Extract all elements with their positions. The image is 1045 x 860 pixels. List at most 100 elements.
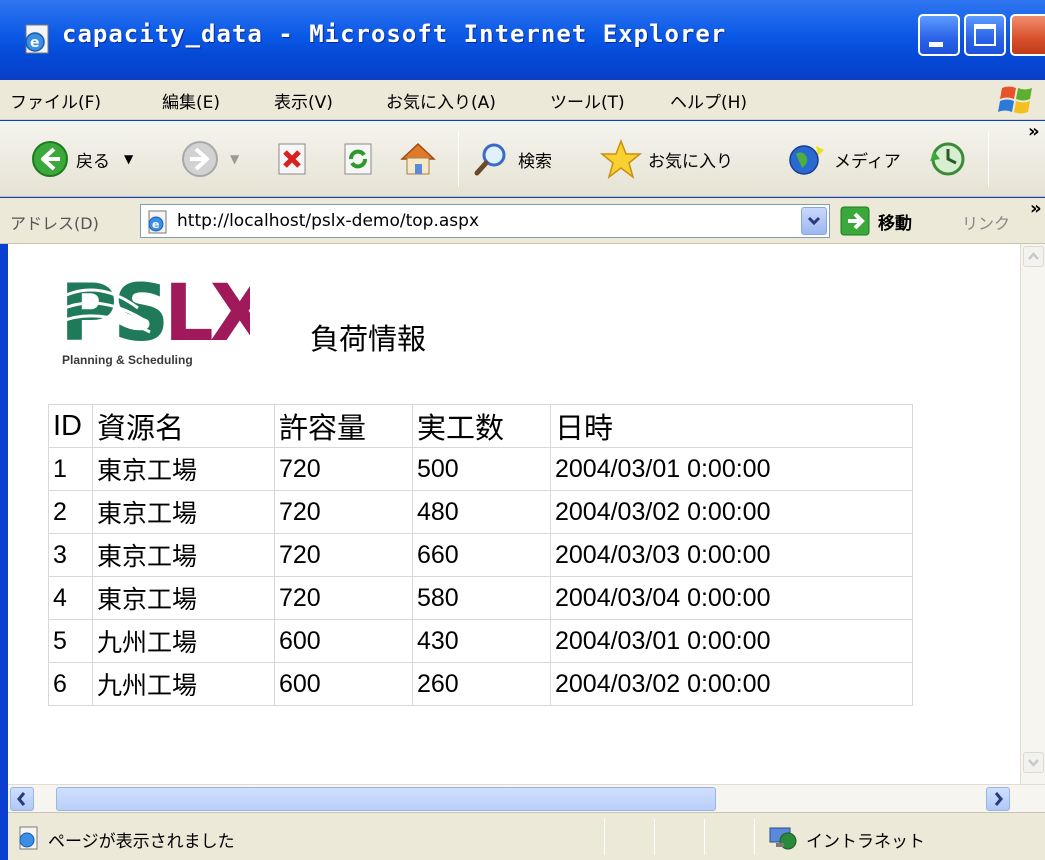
- address-dropdown-button[interactable]: [801, 207, 827, 235]
- cell-actual: 480: [412, 490, 551, 534]
- svg-text:e: e: [152, 218, 159, 231]
- star-icon: [600, 138, 642, 179]
- maximize-button[interactable]: [964, 14, 1006, 56]
- search-label: 検索: [518, 151, 552, 172]
- status-text: ページが表示されました: [48, 832, 235, 852]
- stop-button[interactable]: [274, 121, 310, 197]
- menu-view[interactable]: 表示(V): [274, 88, 333, 113]
- status-separator: [704, 819, 705, 855]
- minimize-icon: [929, 42, 943, 47]
- links-overflow-icon[interactable]: »: [1030, 198, 1042, 219]
- cell-id: 3: [48, 533, 93, 577]
- table-row: 5 九州工場 600 430 2004/03/01 0:00:00: [48, 619, 913, 663]
- cell-resource: 九州工場: [92, 619, 275, 663]
- forward-arrow-icon: [182, 141, 218, 177]
- cell-capacity: 600: [274, 662, 413, 706]
- cell-capacity: 720: [274, 447, 413, 491]
- cell-id: 6: [48, 662, 93, 706]
- refresh-button[interactable]: [340, 121, 376, 197]
- capacity-table: ID 資源名 許容量 実工数 日時 1 東京工場 720 500 2004/03…: [48, 404, 913, 706]
- back-arrow-icon: [32, 141, 68, 177]
- table-row: 2 東京工場 720 480 2004/03/02 0:00:00: [48, 490, 913, 534]
- cell-capacity: 720: [274, 533, 413, 577]
- windows-logo-icon: [998, 86, 1032, 114]
- media-globe-icon: [789, 145, 824, 175]
- cell-datetime: 2004/03/01 0:00:00: [550, 447, 913, 491]
- refresh-icon: [344, 143, 372, 175]
- back-label: 戻る: [76, 151, 110, 172]
- cell-actual: 500: [412, 447, 551, 491]
- chevron-down-icon: [1028, 759, 1039, 767]
- column-header-capacity: 許容量: [274, 404, 413, 448]
- cell-datetime: 2004/03/04 0:00:00: [550, 576, 913, 620]
- scroll-right-button[interactable]: [986, 787, 1010, 811]
- search-button[interactable]: 検索: [472, 121, 552, 197]
- links-button[interactable]: リンク: [962, 210, 1010, 234]
- cell-resource: 九州工場: [92, 662, 275, 706]
- scroll-up-button[interactable]: [1023, 246, 1044, 267]
- table-row: 1 東京工場 720 500 2004/03/01 0:00:00: [48, 447, 913, 491]
- address-input[interactable]: e http://localhost/pslx-demo/top.aspx: [140, 204, 830, 238]
- standard-toolbar: 戻る ▼ ▼ 検索 お気に入り メディア »: [0, 121, 1045, 197]
- table-row: 4 東京工場 720 580 2004/03/04 0:00:00: [48, 576, 913, 620]
- cell-id: 5: [48, 619, 93, 663]
- page-icon: e: [148, 210, 167, 234]
- toolbar-overflow-icon[interactable]: »: [1028, 121, 1040, 142]
- forward-button[interactable]: ▼: [180, 121, 239, 197]
- page-title: 負荷情報: [310, 322, 427, 356]
- column-header-id: ID: [48, 404, 93, 448]
- cell-actual: 580: [412, 576, 551, 620]
- history-button[interactable]: [928, 121, 968, 197]
- go-label: 移動: [878, 213, 912, 234]
- cell-actual: 430: [412, 619, 551, 663]
- search-icon: [474, 143, 506, 176]
- page-content: PS LX Planning & Scheduling 負荷情報 ID 資源名 …: [8, 244, 1020, 784]
- status-separator: [604, 819, 605, 855]
- security-zone-label: イントラネット: [806, 832, 925, 852]
- column-header-datetime: 日時: [550, 404, 913, 448]
- forward-dropdown-icon[interactable]: ▼: [230, 152, 239, 166]
- status-separator: [754, 819, 755, 855]
- cell-id: 1: [48, 447, 93, 491]
- favorites-button[interactable]: お気に入り: [600, 121, 733, 197]
- media-button[interactable]: メディア: [786, 121, 901, 197]
- window-title: capacity_data - Microsoft Internet Explo…: [62, 20, 727, 48]
- minimize-button[interactable]: [918, 14, 960, 56]
- svg-text:LX: LX: [164, 269, 250, 359]
- menu-tools[interactable]: ツール(T): [550, 88, 625, 113]
- scroll-down-button[interactable]: [1023, 752, 1044, 773]
- address-label: アドレス(D): [10, 214, 99, 233]
- horizontal-scroll-thumb[interactable]: [56, 787, 716, 811]
- table-row: 6 九州工場 600 260 2004/03/02 0:00:00: [48, 662, 913, 706]
- menu-favorites[interactable]: お気に入り(A): [386, 88, 496, 113]
- media-label: メディア: [834, 151, 901, 172]
- scroll-left-button[interactable]: [10, 787, 34, 811]
- horizontal-scrollbar[interactable]: [8, 784, 1045, 812]
- menu-help[interactable]: ヘルプ(H): [670, 88, 747, 113]
- cell-datetime: 2004/03/01 0:00:00: [550, 619, 913, 663]
- menu-edit[interactable]: 編集(E): [162, 88, 220, 113]
- close-button[interactable]: [1010, 14, 1045, 56]
- ie-page-icon: e: [25, 24, 49, 54]
- chevron-right-icon: [994, 792, 1003, 806]
- status-bar: ページが表示されました イントラネット: [8, 812, 1045, 860]
- status-separator: [654, 819, 655, 855]
- chevron-left-icon: [17, 792, 26, 806]
- title-bar[interactable]: e capacity_data - Microsoft Internet Exp…: [0, 0, 1045, 80]
- go-arrow-icon: [840, 206, 870, 236]
- home-button[interactable]: [398, 121, 438, 197]
- svg-text:PS: PS: [60, 269, 165, 359]
- maximize-icon: [974, 24, 996, 46]
- menu-file[interactable]: ファイル(F): [10, 88, 101, 113]
- cell-datetime: 2004/03/02 0:00:00: [550, 662, 913, 706]
- address-bar: アドレス(D) e http://localhost/pslx-demo/top…: [0, 198, 1045, 244]
- cell-id: 2: [48, 490, 93, 534]
- cell-capacity: 600: [274, 619, 413, 663]
- back-dropdown-icon[interactable]: ▼: [124, 152, 133, 166]
- svg-text:e: e: [30, 35, 40, 51]
- vertical-scrollbar[interactable]: [1020, 244, 1045, 784]
- go-button[interactable]: 移動: [840, 206, 912, 236]
- menu-bar: ファイル(F) 編集(E) 表示(V) お気に入り(A) ツール(T) ヘルプ(…: [0, 80, 1045, 120]
- address-url: http://localhost/pslx-demo/top.aspx: [177, 211, 480, 231]
- back-button[interactable]: 戻る ▼: [30, 121, 133, 197]
